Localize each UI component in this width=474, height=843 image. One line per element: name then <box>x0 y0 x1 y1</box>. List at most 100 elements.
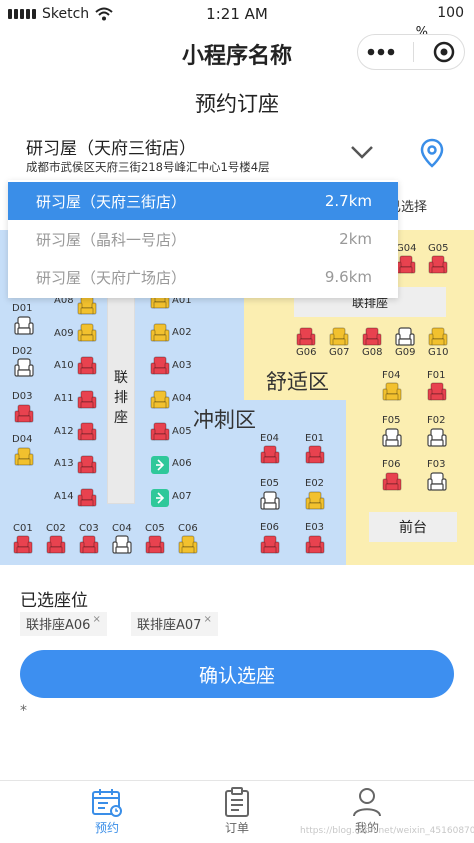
seat-d04[interactable] <box>14 447 34 467</box>
seat-a05[interactable] <box>150 422 170 442</box>
seat-c02[interactable] <box>46 535 66 555</box>
close-icon[interactable]: × <box>92 614 100 625</box>
seat-f06[interactable] <box>382 472 402 492</box>
tab-orders[interactable]: 订单 <box>207 787 267 836</box>
front-desk: 前台 <box>369 512 457 542</box>
seat-g05[interactable] <box>428 255 448 275</box>
tab-booking[interactable]: 预约 <box>77 787 137 836</box>
chip-label: 联排座A06 <box>26 618 91 633</box>
seat-label: A09 <box>54 328 74 339</box>
seat-label: F01 <box>427 370 446 381</box>
seat-e02[interactable] <box>305 491 325 511</box>
seat-a08[interactable] <box>77 296 97 316</box>
seat-c01[interactable] <box>13 535 33 555</box>
sprint-zone-label: 冲刺区 <box>193 408 256 432</box>
confirm-seat-button[interactable]: 确认选座 <box>20 650 454 698</box>
seat-label: D04 <box>12 434 33 445</box>
dropdown-item-name: 研习屋（晶科一号店） <box>36 230 187 249</box>
seat-label: E05 <box>260 478 280 489</box>
seat-e04[interactable] <box>260 445 280 465</box>
seat-a06[interactable] <box>150 455 170 475</box>
seat-label: C01 <box>13 523 33 534</box>
seat-label: A07 <box>172 491 192 502</box>
seat-e05[interactable] <box>260 491 280 511</box>
close-app-icon[interactable] <box>433 41 455 63</box>
seat-g08[interactable] <box>362 327 382 347</box>
screen: Sketch 1:21 AM 100 % 小程序名称 预约订座 联 排 座 联排… <box>0 0 474 843</box>
seat-label: A02 <box>172 327 192 338</box>
seat-f04[interactable] <box>382 382 402 402</box>
seat-label: G05 <box>428 243 449 254</box>
seat-c06[interactable] <box>178 535 198 555</box>
seat-e01[interactable] <box>305 445 325 465</box>
seat-label: G04 <box>396 243 417 254</box>
seat-label: G07 <box>329 347 350 358</box>
seat-label: F04 <box>382 370 401 381</box>
seat-d01[interactable] <box>14 316 34 336</box>
seat-f05[interactable] <box>382 428 402 448</box>
seat-label: E02 <box>305 478 325 489</box>
store-dropdown: 研习屋（天府三街店） 2.7km 研习屋（晶科一号店） 2km 研习屋（天府广场… <box>8 180 398 298</box>
seat-f01[interactable] <box>427 382 447 402</box>
dropdown-item[interactable]: 研习屋（晶科一号店） 2km <box>8 220 398 258</box>
dropdown-item[interactable]: 研习屋（天府广场店） 9.6km <box>8 258 398 296</box>
more-icon[interactable] <box>367 48 395 56</box>
selected-seat-chip[interactable]: 联排座A07 × <box>131 612 218 636</box>
battery-text: 100 <box>437 5 464 21</box>
store-name: 研习屋（天府三街店） <box>26 139 196 159</box>
seat-f02[interactable] <box>427 428 447 448</box>
seat-e03[interactable] <box>305 535 325 555</box>
store-selector[interactable]: 研习屋（天府三街店） 成都市武侯区天府三街218号峰汇中心1号楼4层 <box>8 126 398 182</box>
seat-f03[interactable] <box>427 472 447 492</box>
page-title: 预约订座 <box>195 92 279 116</box>
bench-label-char: 联 <box>114 370 128 386</box>
close-icon[interactable]: × <box>203 614 211 625</box>
calendar-icon <box>92 789 122 817</box>
seat-a09[interactable] <box>77 323 97 343</box>
seat-a14[interactable] <box>77 488 97 508</box>
seat-g10[interactable] <box>428 327 448 347</box>
seat-label: F05 <box>382 415 401 426</box>
seat-c05[interactable] <box>145 535 165 555</box>
seat-g06[interactable] <box>296 327 316 347</box>
seat-g09[interactable] <box>395 327 415 347</box>
seat-c04[interactable] <box>112 535 132 555</box>
seat-label: G09 <box>395 347 416 358</box>
seat-label: A11 <box>54 393 74 404</box>
seat-a13[interactable] <box>77 455 97 475</box>
seat-a02[interactable] <box>150 323 170 343</box>
dropdown-item-name: 研习屋（天府广场店） <box>36 268 187 287</box>
selected-seat-chip[interactable]: 联排座A06 × <box>20 612 107 636</box>
seat-a12[interactable] <box>77 422 97 442</box>
seat-label: C06 <box>178 523 198 534</box>
seat-label: A03 <box>172 360 192 371</box>
seat-g04[interactable] <box>396 255 416 275</box>
bench-label-char: 座 <box>114 410 128 426</box>
seat-label: D03 <box>12 391 33 402</box>
seat-a03[interactable] <box>150 356 170 376</box>
seat-c03[interactable] <box>79 535 99 555</box>
seat-a04[interactable] <box>150 390 170 410</box>
seat-label: C04 <box>112 523 132 534</box>
seat-a07[interactable] <box>150 488 170 508</box>
dropdown-item[interactable]: 研习屋（天府三街店） 2.7km <box>8 182 398 220</box>
location-area <box>398 126 474 186</box>
seat-a11[interactable] <box>77 390 97 410</box>
capsule-divider <box>413 42 415 62</box>
seat-e06[interactable] <box>260 535 280 555</box>
seat-label: A10 <box>54 360 74 371</box>
seat-label: C03 <box>79 523 99 534</box>
seat-label: E03 <box>305 522 325 533</box>
store-address: 成都市武侯区天府三街218号峰汇中心1号楼4层 <box>26 160 270 174</box>
seat-label: C05 <box>145 523 165 534</box>
user-icon <box>353 788 381 817</box>
seat-a10[interactable] <box>77 356 97 376</box>
seat-d02[interactable] <box>14 358 34 378</box>
seat-d03[interactable] <box>14 404 34 424</box>
seat-g07[interactable] <box>329 327 349 347</box>
watermark-text: https://blog.csdn.net/weixin_45160870 <box>300 826 474 836</box>
seat-label: G10 <box>428 347 449 358</box>
seat-label: A13 <box>54 458 74 469</box>
location-pin-icon[interactable] <box>420 138 444 168</box>
chevron-down-icon[interactable] <box>348 138 376 166</box>
